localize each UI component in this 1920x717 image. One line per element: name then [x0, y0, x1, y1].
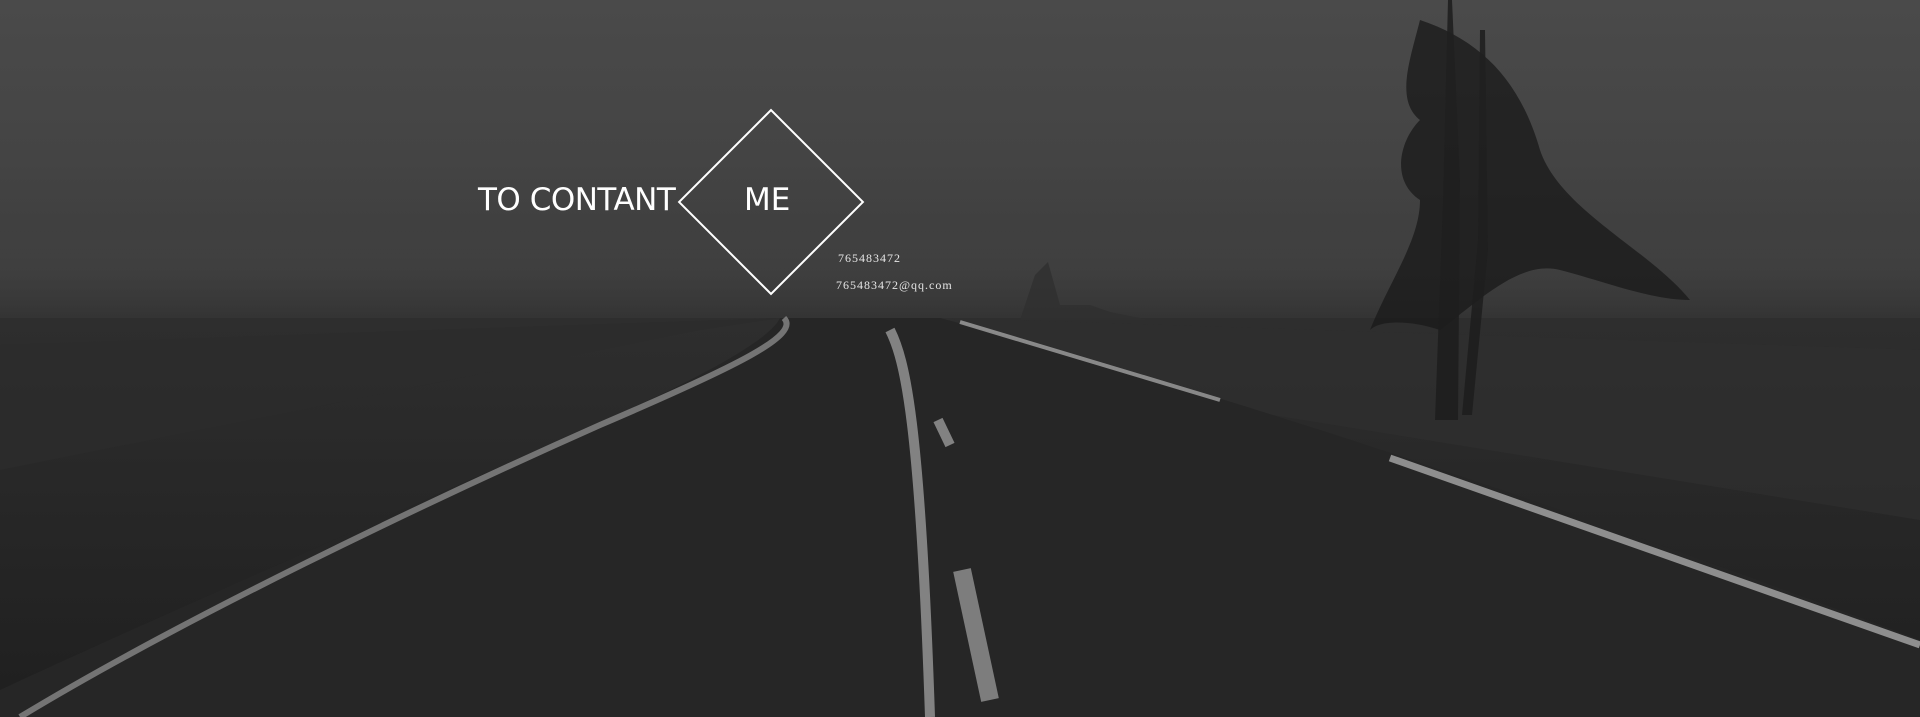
- foggy-road-background: [0, 0, 1920, 717]
- contact-heading-left: TO CONTANT: [478, 182, 676, 218]
- contact-hero: TO CONTANT ME 765483472 765483472@qq.com: [0, 0, 1920, 717]
- contact-heading-right: ME: [744, 182, 791, 218]
- contact-phone: 765483472: [838, 251, 901, 265]
- contact-email[interactable]: 765483472@qq.com: [836, 278, 953, 293]
